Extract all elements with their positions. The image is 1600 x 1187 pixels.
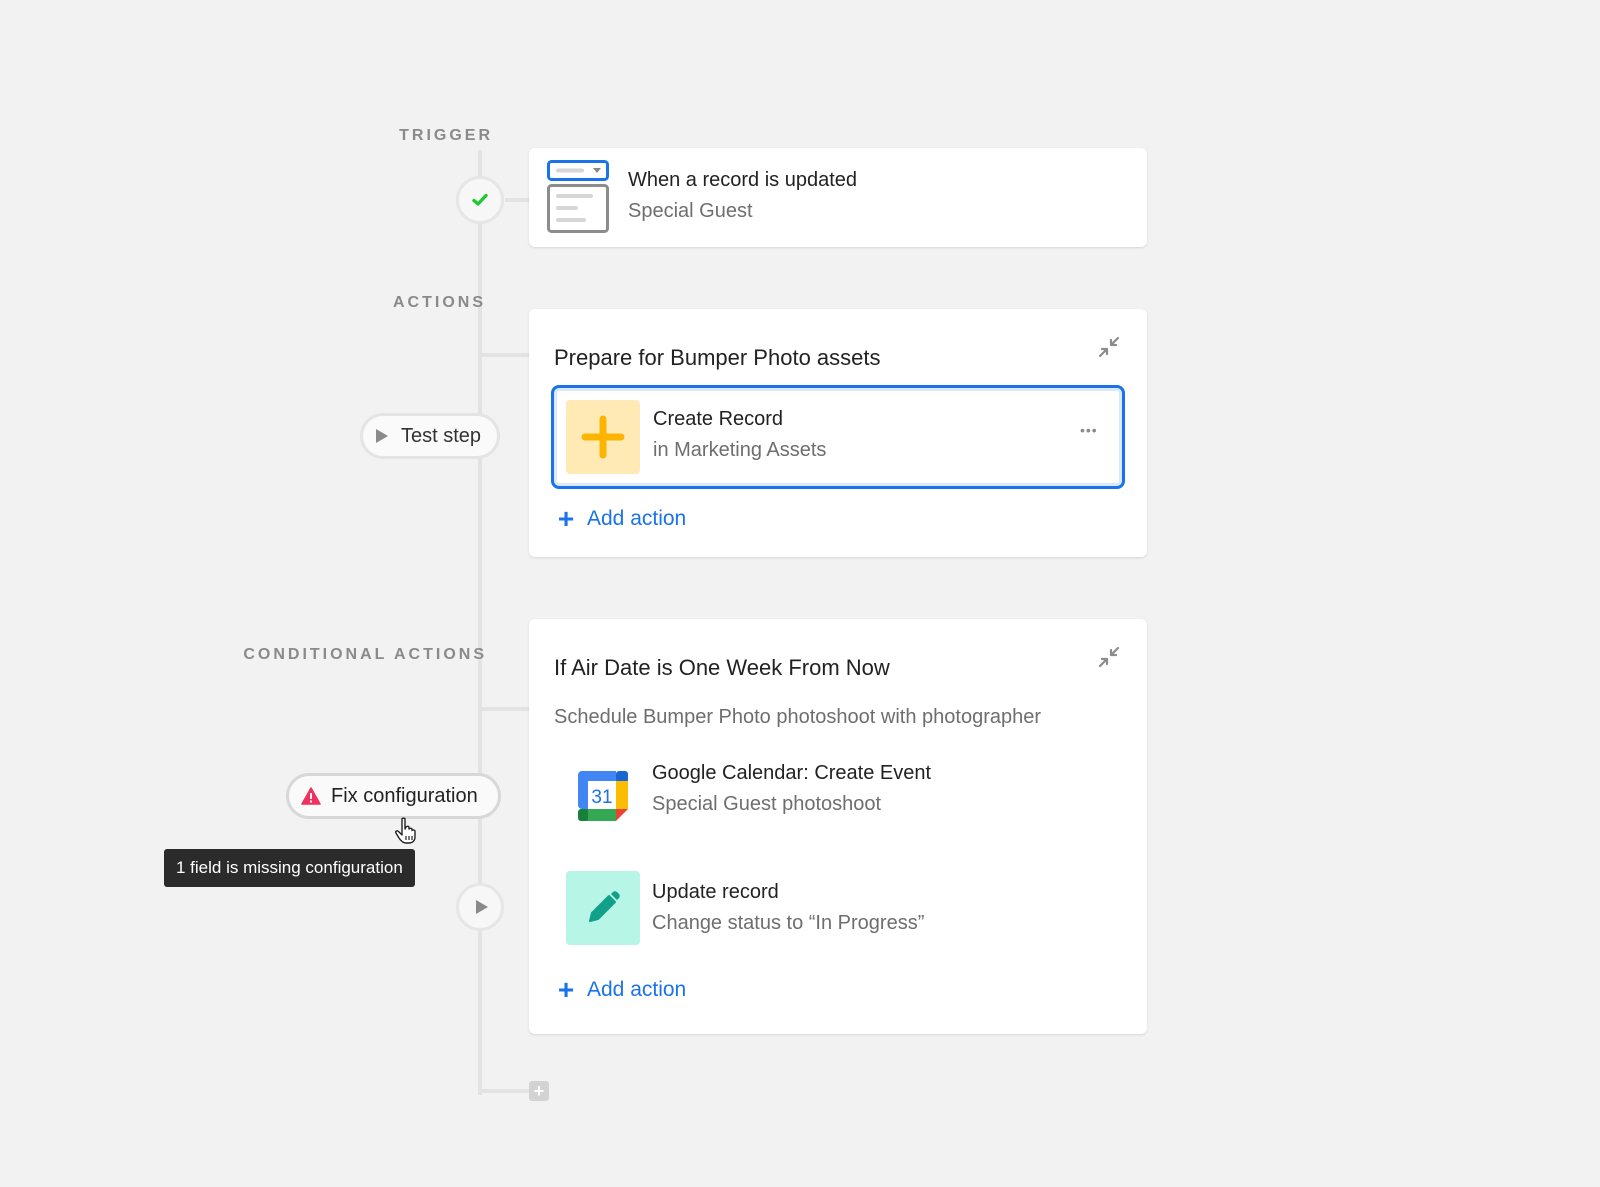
record-form-icon xyxy=(547,160,609,233)
action-item-create-record[interactable]: Create Record in Marketing Assets ••• xyxy=(551,385,1125,489)
create-record-icon-tile xyxy=(566,400,640,474)
timeline-connector-actions xyxy=(478,353,529,357)
plus-icon xyxy=(581,415,625,459)
action-subtitle: in Marketing Assets xyxy=(653,439,827,461)
trigger-subtitle: Special Guest xyxy=(628,200,753,222)
actions-group-title: Prepare for Bumper Photo assets xyxy=(554,345,881,370)
trigger-card[interactable]: When a record is updated Special Guest xyxy=(529,148,1147,247)
section-label-actions: ACTIONS xyxy=(393,294,486,311)
collapse-icon[interactable] xyxy=(1098,336,1120,358)
fix-configuration-label: Fix configuration xyxy=(331,784,478,807)
action-subtitle: Change status to “In Progress” xyxy=(652,912,925,934)
trigger-status-node xyxy=(456,176,504,224)
add-action-button[interactable]: + Add action xyxy=(555,976,686,1004)
fix-configuration-button[interactable]: Fix configuration xyxy=(286,773,501,819)
timeline-connector-trigger xyxy=(505,198,529,202)
pencil-icon xyxy=(589,891,620,922)
action-item-update-record[interactable]: Update record Change status to “In Progr… xyxy=(554,871,1124,945)
trigger-title: When a record is updated xyxy=(628,169,858,191)
google-calendar-icon: 31 xyxy=(578,771,628,821)
add-action-label: Add action xyxy=(587,507,687,530)
plus-icon: + xyxy=(533,1081,545,1101)
timeline-rail xyxy=(478,150,482,1095)
timeline-connector-conditional xyxy=(478,707,529,711)
section-label-conditional: CONDITIONAL ACTIONS xyxy=(243,646,487,663)
missing-config-tooltip: 1 field is missing configuration xyxy=(164,849,415,887)
add-step-button[interactable]: + xyxy=(529,1081,549,1101)
timeline-connector-end xyxy=(478,1089,530,1093)
collapse-icon[interactable] xyxy=(1098,646,1120,668)
action-title: Update record xyxy=(652,881,779,903)
conditional-description: Schedule Bumper Photo photoshoot with ph… xyxy=(554,706,1042,728)
action-title: Create Record xyxy=(653,408,784,430)
more-options-icon[interactable]: ••• xyxy=(1080,422,1098,438)
play-icon xyxy=(475,900,488,914)
section-label-trigger: TRIGGER xyxy=(399,127,493,144)
action-subtitle: Special Guest photoshoot xyxy=(652,793,882,815)
test-step-button[interactable]: Test step xyxy=(360,413,500,459)
run-conditional-node[interactable] xyxy=(456,883,504,931)
actions-group-card: Prepare for Bumper Photo assets Create R… xyxy=(529,309,1147,557)
plus-icon: + xyxy=(557,503,575,534)
update-record-icon-tile xyxy=(566,871,640,945)
play-icon xyxy=(376,429,388,443)
conditional-group-title: If Air Date is One Week From Now xyxy=(554,655,890,680)
plus-icon: + xyxy=(557,974,575,1005)
conditional-group-card: If Air Date is One Week From Now Schedul… xyxy=(529,619,1147,1034)
check-icon xyxy=(472,193,488,206)
hand-cursor-icon xyxy=(395,817,416,844)
add-action-button[interactable]: + Add action xyxy=(555,505,686,533)
action-item-google-calendar[interactable]: 31 Google Calendar: Create Event Special… xyxy=(554,759,1124,833)
add-action-label: Add action xyxy=(587,978,687,1001)
action-title: Google Calendar: Create Event xyxy=(652,762,932,784)
svg-text:31: 31 xyxy=(591,787,612,808)
warning-icon xyxy=(301,787,321,805)
test-step-label: Test step xyxy=(401,424,482,447)
